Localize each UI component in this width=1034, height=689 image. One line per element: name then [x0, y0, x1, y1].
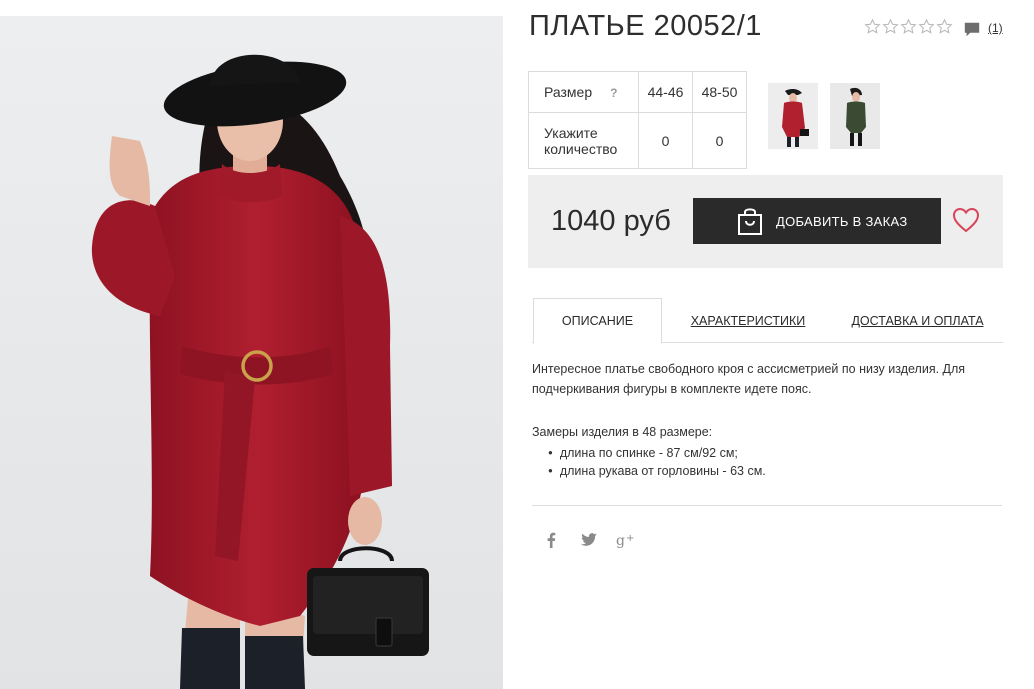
buy-box: 1040 руб ДОБАВИТЬ В ЗАКАЗ: [528, 175, 1003, 268]
size-help-icon[interactable]: ?: [610, 86, 617, 100]
product-tabs: ОПИСАНИЕ ХАРАКТЕРИСТИКИ ДОСТАВКА И ОПЛАТ…: [532, 298, 1003, 344]
list-item: длина по спинке - 87 см/92 см;: [548, 445, 766, 463]
thumb-green-dress[interactable]: [830, 83, 880, 149]
svg-text:g: g: [616, 533, 625, 548]
product-photo[interactable]: [0, 16, 503, 689]
add-to-order-button[interactable]: ДОБАВИТЬ В ЗАКАЗ: [693, 198, 941, 244]
list-item: длина рукава от горловины - 63 см.: [548, 463, 766, 481]
google-plus-icon[interactable]: g +: [616, 530, 636, 550]
size-quantity-table: Размер? 44-46 48-50 Укажите количество 0…: [528, 71, 747, 169]
tab-characteristics[interactable]: ХАРАКТЕРИСТИКИ: [671, 298, 825, 343]
product-description: Интересное платье свободного кроя с асси…: [532, 362, 966, 396]
measurements-title: Замеры изделия в 48 размере:: [532, 425, 713, 439]
size-option-48-50[interactable]: 48-50: [692, 71, 747, 113]
star-icon[interactable]: [882, 18, 899, 35]
star-icon[interactable]: [864, 18, 881, 35]
tab-delivery-payment[interactable]: ДОСТАВКА И ОПЛАТА: [835, 298, 1000, 343]
quantity-input-48-50[interactable]: 0: [692, 112, 747, 169]
product-title: ПЛАТЬЕ 20052/1: [529, 10, 762, 42]
product-price: 1040 руб: [551, 205, 671, 237]
twitter-icon[interactable]: [579, 530, 599, 550]
comment-icon[interactable]: [963, 21, 981, 39]
measurements-list: длина по спинке - 87 см/92 см; длина рук…: [548, 445, 766, 481]
quantity-input-44-46[interactable]: 0: [638, 112, 693, 169]
rating-stars[interactable]: [864, 18, 953, 35]
star-icon[interactable]: [900, 18, 917, 35]
divider: [532, 505, 1002, 506]
size-option-44-46[interactable]: 44-46: [638, 71, 693, 113]
thumb-red-dress[interactable]: [768, 83, 818, 149]
facebook-icon[interactable]: [541, 530, 561, 550]
svg-text:+: +: [626, 533, 634, 544]
reviews-count-link[interactable]: (1): [988, 21, 1003, 35]
shopping-bag-icon: [738, 208, 762, 235]
star-icon[interactable]: [936, 18, 953, 35]
star-icon[interactable]: [918, 18, 935, 35]
add-to-order-label: ДОБАВИТЬ В ЗАКАЗ: [776, 213, 908, 229]
size-row-label: Размер?: [528, 71, 639, 113]
tab-description[interactable]: ОПИСАНИЕ: [533, 298, 662, 344]
heart-icon[interactable]: [952, 207, 980, 233]
quantity-row-label: Укажите количество: [528, 112, 639, 169]
